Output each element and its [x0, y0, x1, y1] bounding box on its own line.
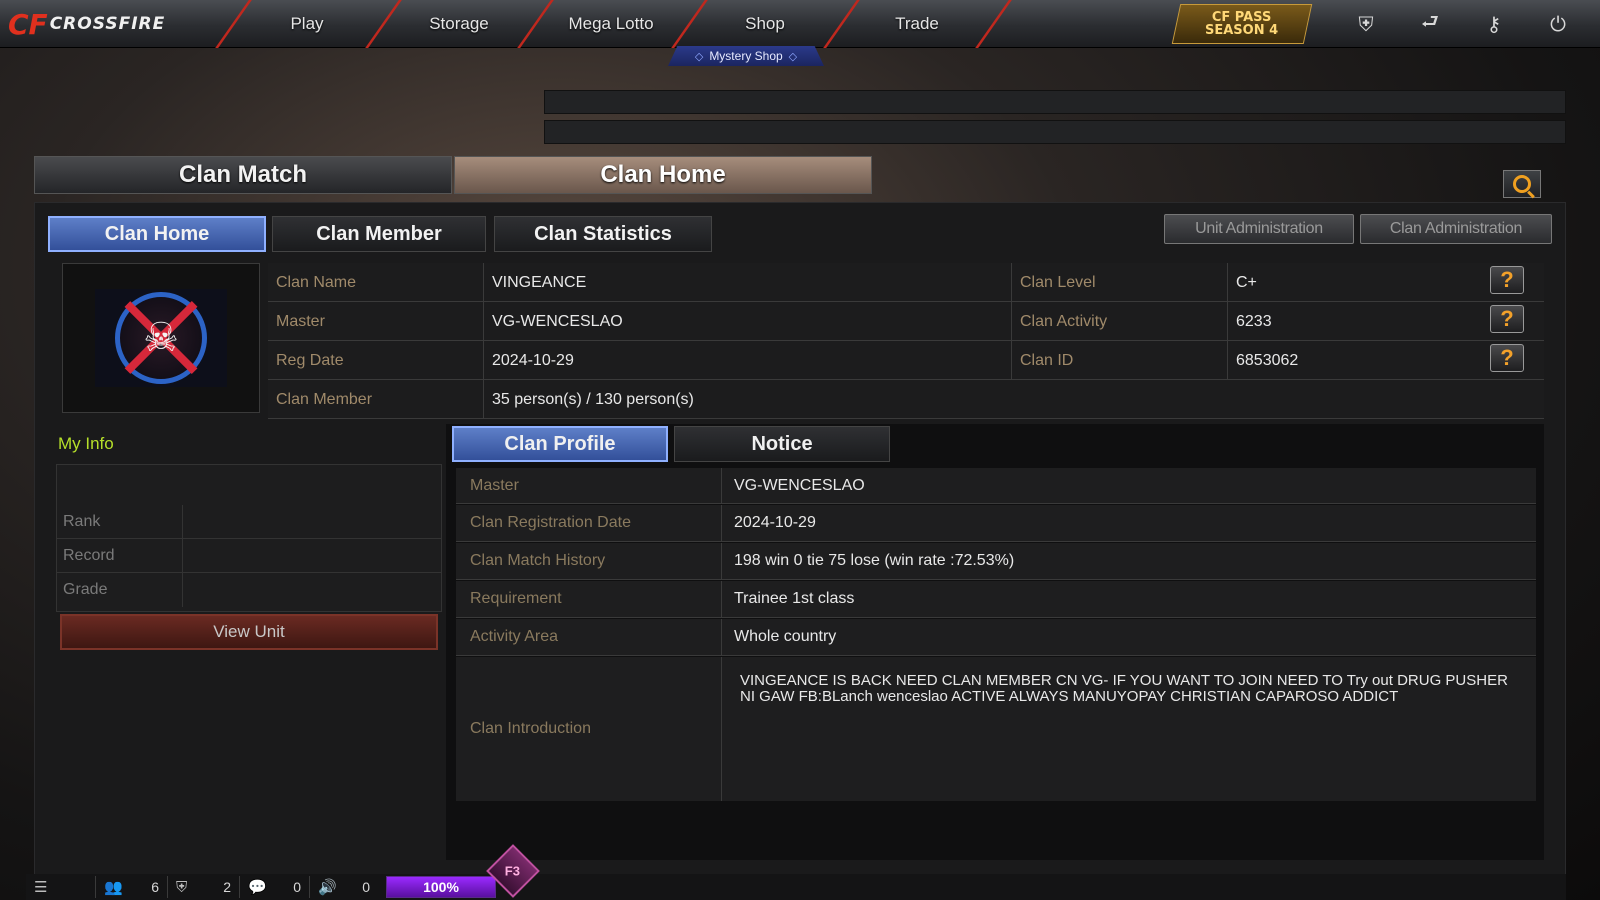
grade-label: Grade — [57, 573, 183, 607]
logo-text: CROSSFIRE — [49, 14, 166, 34]
sound-control[interactable]: 🔊 0 — [310, 876, 378, 898]
friends-icon: 👥 — [104, 879, 123, 896]
tab-clan-home[interactable]: Clan Home — [454, 156, 872, 194]
clan-counter[interactable]: ⛨ 2 — [168, 876, 240, 898]
emblem-ring: ☠ — [115, 292, 207, 384]
cf-logo-mark: CF — [8, 7, 48, 41]
mystery-shop-tab[interactable]: ◇ Mystery Shop ◇ — [668, 46, 824, 66]
nav-tab-mega-lotto[interactable]: Mega Lotto — [536, 4, 686, 44]
profile-row: Clan Registration Date 2024-10-29 — [456, 505, 1536, 542]
cf-pass-label: CF PASS SEASON 4 — [1205, 10, 1279, 38]
master-value: VG-WENCESLAO — [484, 302, 1012, 341]
nav-tab-trade[interactable]: Trade — [842, 4, 992, 44]
info-row-master-activity: Master VG-WENCESLAO Clan Activity 6233 — [268, 302, 1544, 341]
clan-activity-help-button[interactable]: ? — [1490, 305, 1524, 333]
reg-date-label: Reg Date — [268, 341, 484, 380]
reg-date-value: 2024-10-29 — [484, 341, 1012, 380]
shield-icon[interactable]: ⛨ — [1346, 8, 1386, 40]
menu-button[interactable]: ☰ — [26, 876, 96, 898]
profile-row: Clan Match History 198 win 0 tie 75 lose… — [456, 543, 1536, 580]
clan-member-value: 35 person(s) / 130 person(s) — [492, 390, 694, 408]
nav-tab-play[interactable]: Play — [232, 4, 382, 44]
clan-id-help-button[interactable]: ? — [1490, 344, 1524, 372]
clan-emblem-frame: ☠ — [62, 263, 260, 413]
clan-activity-label: Clan Activity — [1012, 302, 1228, 341]
subtab-clan-home[interactable]: Clan Home — [48, 216, 266, 252]
tab-notice[interactable]: Notice — [674, 426, 890, 462]
view-unit-button[interactable]: View Unit — [60, 614, 438, 650]
info-row-name-level: Clan Name VINGEANCE Clan Level C+ — [268, 263, 1544, 302]
shield-icon: ⛨ — [176, 878, 188, 896]
clan-search-button[interactable] — [1503, 170, 1541, 198]
profile-label: Master — [456, 468, 722, 503]
profile-value: VG-WENCESLAO — [734, 476, 865, 494]
clan-administration-button[interactable]: Clan Administration — [1360, 214, 1552, 244]
unit-administration-button[interactable]: Unit Administration — [1164, 214, 1354, 244]
my-info-box: Rank Record Grade — [56, 464, 442, 612]
chat-counter[interactable]: 💬 0 — [240, 876, 310, 898]
subtab-clan-member[interactable]: Clan Member — [272, 216, 486, 252]
clan-emblem: ☠ — [95, 289, 227, 387]
speaker-icon: 🔊 — [318, 879, 337, 896]
clan-level-help-button[interactable]: ? — [1490, 266, 1524, 294]
power-icon[interactable]: ⏻ — [1538, 8, 1578, 40]
profile-row: Activity Area Whole country — [456, 619, 1536, 656]
progress-bar: 100% — [386, 876, 496, 898]
nav-tab-storage[interactable]: Storage — [384, 4, 534, 44]
rank-label: Rank — [57, 505, 183, 538]
my-info-title: My Info — [58, 434, 114, 453]
profile-value: Trainee 1st class — [734, 590, 855, 607]
clan-id-label: Clan ID — [1012, 341, 1228, 380]
list-icon: ☰ — [34, 879, 48, 896]
clan-introduction-text: VINGEANCE IS BACK NEED CLAN MEMBER CN VG… — [740, 672, 1508, 705]
profile-value: 2024-10-29 — [734, 514, 816, 531]
chat-count: 0 — [293, 879, 301, 895]
clan-name-value: VINGEANCE — [484, 263, 1012, 302]
subtab-clan-statistics[interactable]: Clan Statistics — [494, 216, 712, 252]
clan-name-label: Clan Name — [268, 263, 484, 302]
profile-label: Clan Match History — [456, 543, 722, 579]
chat-icon: 💬 — [248, 879, 267, 896]
cf-pass-button[interactable]: CF PASS SEASON 4 — [1171, 4, 1313, 44]
sound-count: 0 — [362, 879, 370, 895]
return-icon[interactable]: ⮐ — [1410, 8, 1450, 40]
profile-value: Whole country — [734, 628, 837, 645]
chevron-icon: ◇ — [788, 50, 798, 63]
profile-label: Activity Area — [456, 619, 722, 655]
skull-icon: ☠ — [143, 315, 179, 361]
clan-member-label: Clan Member — [268, 380, 484, 419]
info-row-member: Clan Member 35 person(s) / 130 person(s) — [268, 380, 1544, 419]
tab-clan-match[interactable]: Clan Match — [34, 156, 452, 194]
friends-counter[interactable]: 👥 6 — [96, 876, 168, 898]
crossfire-logo[interactable]: CF CROSSFIRE — [8, 4, 228, 44]
profile-row: Master VG-WENCESLAO — [456, 468, 1536, 504]
profile-label: Clan Introduction — [456, 657, 722, 801]
record-label: Record — [57, 539, 183, 572]
my-info-row-record: Record — [57, 539, 441, 573]
my-info-row-grade: Grade — [57, 573, 441, 607]
profile-row-introduction: Clan Introduction VINGEANCE IS BACK NEED… — [456, 657, 1536, 801]
top-nav-bar: CF CROSSFIRE Play Storage Mega Lotto Sho… — [0, 0, 1600, 48]
status-bar: ☰ 👥 6 ⛨ 2 💬 0 🔊 0 100% — [26, 874, 1566, 900]
profile-value: 198 win 0 tie 75 lose (win rate :72.53%) — [734, 552, 1015, 569]
f3-label: F3 — [505, 863, 521, 879]
friends-count: 6 — [151, 879, 159, 895]
profile-row: Requirement Trainee 1st class — [456, 581, 1536, 618]
master-label: Master — [268, 302, 484, 341]
key-icon[interactable]: ⚷ — [1474, 8, 1514, 40]
banner-strip — [544, 120, 1566, 144]
tab-clan-profile[interactable]: Clan Profile — [452, 426, 668, 462]
clan-count: 2 — [223, 879, 231, 895]
profile-label: Requirement — [456, 581, 722, 617]
clan-level-label: Clan Level — [1012, 263, 1228, 302]
nav-tab-shop[interactable]: Shop — [690, 4, 840, 44]
profile-label: Clan Registration Date — [456, 505, 722, 541]
info-row-reg-id: Reg Date 2024-10-29 Clan ID 6853062 — [268, 341, 1544, 380]
my-info-row-rank: Rank — [57, 505, 441, 539]
mystery-shop-label: Mystery Shop — [709, 49, 783, 63]
banner-strip — [544, 90, 1566, 114]
progress-fill: 100% — [387, 877, 495, 897]
chevron-icon: ◇ — [694, 50, 704, 63]
search-icon — [1513, 175, 1531, 193]
